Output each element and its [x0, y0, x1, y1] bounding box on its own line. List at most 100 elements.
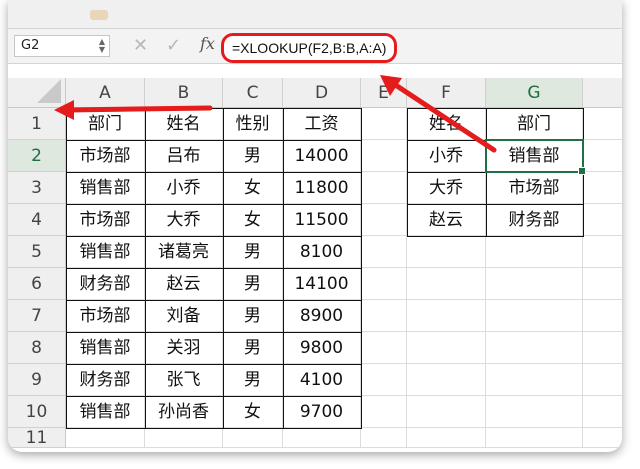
- column-header-b[interactable]: B: [145, 78, 223, 108]
- cell-b3[interactable]: 小乔: [145, 172, 223, 204]
- cell-g5[interactable]: [486, 236, 583, 268]
- cell-c2[interactable]: 男: [223, 140, 283, 172]
- cell-f11[interactable]: [407, 428, 486, 448]
- cell-c6[interactable]: 男: [223, 268, 283, 300]
- cell-h11[interactable]: [583, 428, 622, 448]
- cell-a8[interactable]: 销售部: [66, 332, 145, 364]
- row-header-5[interactable]: 5: [8, 236, 66, 268]
- cell-e11[interactable]: [361, 428, 407, 448]
- cell-b5[interactable]: 诸葛亮: [145, 236, 223, 268]
- cell-h2[interactable]: [583, 140, 622, 172]
- cell-f2[interactable]: 小乔: [407, 140, 486, 172]
- cell-h5[interactable]: [583, 236, 622, 268]
- cell-a6[interactable]: 财务部: [66, 268, 145, 300]
- cell-b6[interactable]: 赵云: [145, 268, 223, 300]
- fill-handle[interactable]: [578, 167, 586, 175]
- cell-f4[interactable]: 赵云: [407, 204, 486, 236]
- cell-b2[interactable]: 吕布: [145, 140, 223, 172]
- cell-g3[interactable]: 市场部: [486, 172, 583, 204]
- cell-f6[interactable]: [407, 268, 486, 300]
- cell-e5[interactable]: [361, 236, 407, 268]
- cell-b9[interactable]: 张飞: [145, 364, 223, 396]
- cell-a3[interactable]: 销售部: [66, 172, 145, 204]
- cell-d8[interactable]: 9800: [283, 332, 361, 364]
- cell-c9[interactable]: 男: [223, 364, 283, 396]
- cell-c5[interactable]: 男: [223, 236, 283, 268]
- cell-d7[interactable]: 8900: [283, 300, 361, 332]
- row-header-1[interactable]: 1: [8, 108, 66, 140]
- cell-d11[interactable]: [283, 428, 361, 448]
- cell-h9[interactable]: [583, 364, 622, 396]
- cell-a4[interactable]: 市场部: [66, 204, 145, 236]
- cell-b11[interactable]: [145, 428, 223, 448]
- column-header-e[interactable]: E: [361, 78, 407, 108]
- cell-h3[interactable]: [583, 172, 622, 204]
- cell-f1[interactable]: 姓名: [407, 108, 486, 140]
- cell-e4[interactable]: [361, 204, 407, 236]
- cell-e1[interactable]: [361, 108, 407, 140]
- cell-g7[interactable]: [486, 300, 583, 332]
- row-header-7[interactable]: 7: [8, 300, 66, 332]
- cell-h10[interactable]: [583, 396, 622, 428]
- cell-c4[interactable]: 女: [223, 204, 283, 236]
- cell-e10[interactable]: [361, 396, 407, 428]
- column-header-f[interactable]: F: [407, 78, 486, 108]
- cell-f9[interactable]: [407, 364, 486, 396]
- cell-a2[interactable]: 市场部: [66, 140, 145, 172]
- cell-c10[interactable]: 女: [223, 396, 283, 428]
- cell-d1[interactable]: 工资: [283, 108, 361, 140]
- cell-b7[interactable]: 刘备: [145, 300, 223, 332]
- column-header-a[interactable]: A: [66, 78, 145, 108]
- cell-c3[interactable]: 女: [223, 172, 283, 204]
- cell-b4[interactable]: 大乔: [145, 204, 223, 236]
- cell-g8[interactable]: [486, 332, 583, 364]
- row-header-4[interactable]: 4: [8, 204, 66, 236]
- column-header-g[interactable]: G: [486, 78, 583, 108]
- cell-h7[interactable]: [583, 300, 622, 332]
- cell-d4[interactable]: 11500: [283, 204, 361, 236]
- column-header-c[interactable]: C: [223, 78, 283, 108]
- cell-d10[interactable]: 9700: [283, 396, 361, 428]
- cell-a7[interactable]: 市场部: [66, 300, 145, 332]
- cell-a5[interactable]: 销售部: [66, 236, 145, 268]
- cell-g4[interactable]: 财务部: [486, 204, 583, 236]
- cell-d2[interactable]: 14000: [283, 140, 361, 172]
- cell-b1[interactable]: 姓名: [145, 108, 223, 140]
- row-header-6[interactable]: 6: [8, 268, 66, 300]
- cell-f7[interactable]: [407, 300, 486, 332]
- cell-c7[interactable]: 男: [223, 300, 283, 332]
- cell-d3[interactable]: 11800: [283, 172, 361, 204]
- cell-f5[interactable]: [407, 236, 486, 268]
- cell-h6[interactable]: [583, 268, 622, 300]
- cell-a9[interactable]: 财务部: [66, 364, 145, 396]
- cell-c11[interactable]: [223, 428, 283, 448]
- cell-a11[interactable]: [66, 428, 145, 448]
- cell-e2[interactable]: [361, 140, 407, 172]
- cell-h4[interactable]: [583, 204, 622, 236]
- cell-c1[interactable]: 性别: [223, 108, 283, 140]
- cell-h1[interactable]: [583, 108, 622, 140]
- cell-d9[interactable]: 4100: [283, 364, 361, 396]
- cell-e9[interactable]: [361, 364, 407, 396]
- cell-h8[interactable]: [583, 332, 622, 364]
- cell-b8[interactable]: 关羽: [145, 332, 223, 364]
- cell-g6[interactable]: [486, 268, 583, 300]
- cell-g9[interactable]: [486, 364, 583, 396]
- cell-f8[interactable]: [407, 332, 486, 364]
- row-header-10[interactable]: 10: [8, 396, 66, 428]
- row-header-3[interactable]: 3: [8, 172, 66, 204]
- column-header-d[interactable]: D: [283, 78, 361, 108]
- cell-e6[interactable]: [361, 268, 407, 300]
- worksheet-grid[interactable]: A B C D E F G 1 2 3 4 5 6 7 8 9 10 11 部门 姓名 性别 工资 姓名 部门 市场部 吕布男 14…: [8, 0, 622, 452]
- row-header-11[interactable]: 11: [8, 428, 66, 448]
- cell-a1[interactable]: 部门: [66, 108, 145, 140]
- cell-f10[interactable]: [407, 396, 486, 428]
- column-header-h[interactable]: [583, 78, 622, 108]
- row-header-8[interactable]: 8: [8, 332, 66, 364]
- row-header-9[interactable]: 9: [8, 364, 66, 396]
- cell-e8[interactable]: [361, 332, 407, 364]
- cell-b10[interactable]: 孙尚香: [145, 396, 223, 428]
- row-header-2[interactable]: 2: [8, 140, 66, 172]
- cell-e3[interactable]: [361, 172, 407, 204]
- cell-d6[interactable]: 14100: [283, 268, 361, 300]
